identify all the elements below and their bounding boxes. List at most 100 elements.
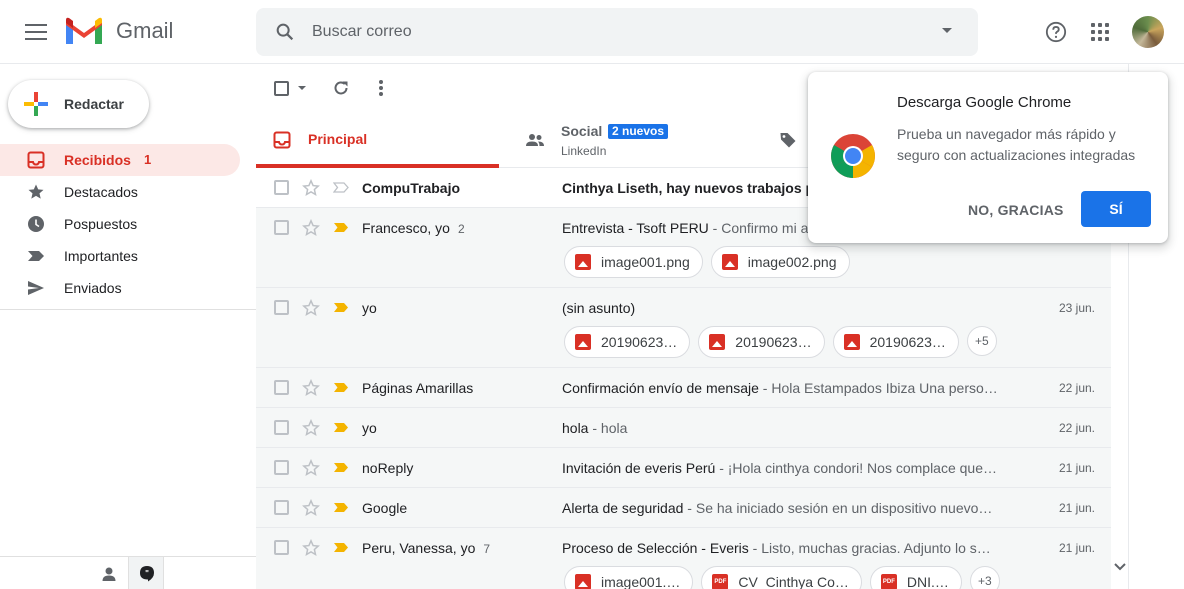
email-row[interactable]: Páginas Amarillas Confirmación envío de … xyxy=(256,368,1111,408)
sidebar-item-inbox[interactable]: Recibidos 1 xyxy=(0,144,240,176)
email-date: 23 jun. xyxy=(1058,301,1095,315)
thread-count: 2 xyxy=(457,222,465,236)
row-checkbox[interactable] xyxy=(274,460,289,475)
people-icon xyxy=(526,134,544,146)
email-snippet: - Listo, muchas gracias. Adjunto lo s… xyxy=(748,540,991,556)
row-checkbox[interactable] xyxy=(274,180,289,195)
star-outline-icon[interactable] xyxy=(302,299,320,317)
star-outline-icon[interactable] xyxy=(302,419,320,437)
search-input[interactable] xyxy=(312,20,912,44)
attachment-chip[interactable]: image001.… xyxy=(564,566,694,589)
email-subject: Confirmación envío de mensaje - Hola Est… xyxy=(562,380,998,396)
sidebar-nav: Recibidos 1 Destacados Pospuestos Import… xyxy=(0,144,240,304)
important-marker-outline-icon[interactable] xyxy=(333,182,349,193)
row-checkbox[interactable] xyxy=(274,220,289,235)
email-subject: Invitación de everis Perú - ¡Hola cinthy… xyxy=(562,460,997,476)
help-icon[interactable] xyxy=(1045,21,1067,43)
inbox-icon xyxy=(27,151,45,169)
row-checkbox[interactable] xyxy=(274,420,289,435)
attachment-chip[interactable]: PDF CV_Cinthya Co… xyxy=(701,566,862,589)
tab-promotions[interactable] xyxy=(771,112,811,168)
email-sender: yo xyxy=(362,300,377,316)
send-icon xyxy=(28,281,44,295)
more-attachments-chip[interactable]: +5 xyxy=(966,326,997,356)
label-important-icon xyxy=(28,251,44,261)
email-sender: yo xyxy=(362,420,377,436)
email-snippet: - ¡Hola cinthya condori! Nos complace qu… xyxy=(715,460,997,476)
email-date: 21 jun. xyxy=(1058,461,1095,475)
image-file-icon xyxy=(575,254,591,270)
email-snippet: - Hola Estampados Ibiza Una perso… xyxy=(758,380,998,396)
image-file-icon xyxy=(575,334,591,350)
contacts-icon[interactable] xyxy=(100,565,118,583)
decline-button[interactable]: NO, GRACIAS xyxy=(968,202,1064,218)
email-row[interactable]: Google Alerta de seguridad - Se ha inici… xyxy=(256,488,1111,528)
email-row[interactable]: yo (sin asunto) 23 jun. 20190623… 201906… xyxy=(256,288,1111,368)
accept-button[interactable]: SÍ xyxy=(1081,191,1151,227)
top-bar: Gmail xyxy=(0,0,1184,64)
sidebar-divider xyxy=(0,309,256,310)
row-checkbox[interactable] xyxy=(274,300,289,315)
row-checkbox[interactable] xyxy=(274,500,289,515)
image-file-icon xyxy=(721,254,738,270)
unread-count: 1 xyxy=(144,152,152,167)
attachment-chip[interactable]: PDF DNI.… xyxy=(869,566,962,589)
important-marker-icon[interactable] xyxy=(333,462,349,473)
account-avatar[interactable] xyxy=(1132,16,1164,48)
star-outline-icon[interactable] xyxy=(302,379,320,397)
tab-label: Principal xyxy=(308,131,368,147)
attachment-chip[interactable]: 20190623… xyxy=(564,326,691,358)
email-row[interactable]: noReply Invitación de everis Perú - ¡Hol… xyxy=(256,448,1111,488)
tab-primary[interactable]: Principal xyxy=(256,112,499,168)
email-row[interactable]: Peru, Vanessa, yo 7 Proceso de Selección … xyxy=(256,528,1111,589)
search-options-chevron-icon[interactable] xyxy=(942,28,952,33)
star-outline-icon[interactable] xyxy=(302,219,320,237)
refresh-icon[interactable] xyxy=(332,79,350,97)
important-marker-icon[interactable] xyxy=(333,382,349,393)
apps-grid-icon[interactable] xyxy=(1091,23,1109,41)
more-options-icon[interactable] xyxy=(379,80,383,96)
popup-title: Descarga Google Chrome xyxy=(897,94,1072,111)
select-options-chevron-icon[interactable] xyxy=(298,86,306,90)
sidebar-item-snoozed[interactable]: Pospuestos xyxy=(0,208,240,240)
important-marker-icon[interactable] xyxy=(333,222,349,233)
important-marker-icon[interactable] xyxy=(333,302,349,313)
plus-icon xyxy=(24,92,48,116)
important-marker-icon[interactable] xyxy=(333,502,349,513)
star-outline-icon[interactable] xyxy=(302,459,320,477)
attachment-chips: image001.… PDF CV_Cinthya Co… PDF DNI.… +3 xyxy=(564,566,1000,589)
search-icon[interactable] xyxy=(274,21,296,43)
search-bar[interactable] xyxy=(256,8,978,56)
email-date: 21 jun. xyxy=(1058,501,1095,515)
gmail-logo[interactable]: Gmail xyxy=(64,16,173,46)
row-checkbox[interactable] xyxy=(274,380,289,395)
row-checkbox[interactable] xyxy=(274,540,289,555)
star-outline-icon[interactable] xyxy=(302,539,320,557)
sidebar-item-sent[interactable]: Enviados xyxy=(0,272,240,304)
hangouts-tab[interactable]: " xyxy=(128,557,164,589)
sidebar-item-starred[interactable]: Destacados xyxy=(0,176,240,208)
attachment-chip[interactable]: image001.png xyxy=(564,246,703,278)
attachment-chip[interactable]: 20190623… xyxy=(832,326,959,358)
scroll-down-chevron-icon[interactable] xyxy=(1112,560,1128,574)
important-marker-icon[interactable] xyxy=(333,422,349,433)
email-date: 21 jun. xyxy=(1058,541,1095,555)
more-attachments-chip[interactable]: +3 xyxy=(969,566,1000,589)
star-outline-icon[interactable] xyxy=(302,499,320,517)
compose-button[interactable]: Redactar xyxy=(8,80,149,128)
email-row[interactable]: yo hola - hola 22 jun. xyxy=(256,408,1111,448)
select-all-checkbox[interactable] xyxy=(274,81,289,96)
tab-social[interactable]: Social 2 nuevos LinkedIn xyxy=(511,112,771,168)
chrome-promo-popup: Descarga Google Chrome Prueba un navegad… xyxy=(808,72,1168,243)
main-menu-button[interactable] xyxy=(22,20,50,44)
image-file-icon xyxy=(709,334,726,350)
attachment-chip[interactable]: 20190623… xyxy=(698,326,825,358)
star-outline-icon[interactable] xyxy=(302,179,320,197)
clock-icon xyxy=(28,216,44,232)
important-marker-icon[interactable] xyxy=(333,542,349,553)
sidebar-item-important[interactable]: Importantes xyxy=(0,240,240,272)
email-subject: hola - hola xyxy=(562,420,628,436)
svg-text:": " xyxy=(145,569,149,578)
chrome-logo-icon xyxy=(831,134,875,178)
attachment-chip[interactable]: image002.png xyxy=(710,246,850,278)
